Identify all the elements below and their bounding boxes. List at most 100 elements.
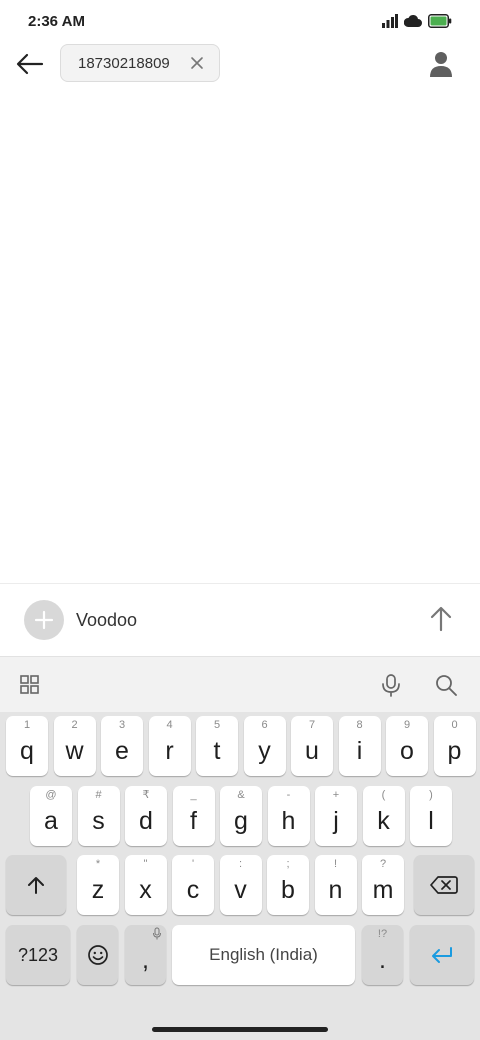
key-hint: +	[332, 789, 340, 801]
emoji-key[interactable]	[77, 925, 118, 985]
key-n[interactable]: ! n	[314, 855, 357, 915]
key-label: k	[377, 807, 390, 835]
key-label: p	[447, 737, 462, 765]
backspace-key[interactable]	[414, 855, 474, 915]
plus-icon	[34, 610, 54, 630]
recipient-number: 18730218809	[78, 54, 170, 72]
signal-icon	[382, 14, 398, 28]
key-e[interactable]: 3e	[101, 716, 143, 776]
status-time: 2:36 AM	[28, 13, 85, 30]
key-label: e	[115, 737, 129, 765]
key-label: y	[258, 737, 271, 765]
enter-icon	[432, 947, 452, 963]
search-icon[interactable]	[433, 672, 459, 698]
period-key[interactable]: !? .	[362, 925, 403, 985]
key-o[interactable]: 9o	[386, 716, 428, 776]
key-label: c	[186, 876, 200, 904]
close-icon[interactable]	[189, 55, 205, 71]
key-g[interactable]: & g	[220, 786, 262, 846]
comma-key-label: ,	[142, 946, 149, 974]
key-q[interactable]: 1q	[6, 716, 48, 776]
key-hint: 6	[261, 719, 268, 731]
key-hint: @	[45, 789, 57, 801]
key-m[interactable]: ? m	[362, 855, 404, 915]
home-indicator[interactable]	[152, 1027, 328, 1032]
key-v[interactable]: :v	[219, 855, 262, 915]
status-bar: 2:36 AM	[0, 0, 480, 44]
send-arrow-up-icon[interactable]	[426, 604, 456, 634]
back-button[interactable]	[14, 48, 46, 80]
key-label: d	[139, 807, 153, 835]
message-input[interactable]: Voodoo	[76, 610, 137, 631]
key-label: o	[400, 737, 414, 765]
key-h[interactable]: -h	[267, 786, 310, 846]
symbols-key-label: ?123	[17, 944, 59, 965]
key-hint: #	[95, 789, 102, 801]
key-i[interactable]: 8i	[338, 716, 381, 776]
symbols-key[interactable]: ?123	[6, 925, 70, 985]
key-b[interactable]: ; b	[267, 855, 309, 915]
key-hint: 9	[403, 719, 411, 731]
key-z[interactable]: * z	[77, 855, 119, 915]
key-hint: 4	[166, 719, 173, 731]
key-hint: 8	[356, 719, 363, 731]
key-label: v	[234, 876, 247, 904]
cloud-icon	[404, 14, 422, 27]
comma-mic-hint-icon	[153, 927, 161, 940]
key-label: w	[65, 737, 84, 765]
key-t[interactable]: 5t	[196, 716, 238, 776]
key-label: a	[44, 807, 58, 835]
space-key-label: English (India)	[209, 945, 318, 964]
space-key[interactable]: English (India)	[172, 925, 355, 985]
key-a[interactable]: @ a	[30, 786, 72, 846]
key-hint: 7	[308, 719, 316, 731]
key-l[interactable]: ) l	[410, 786, 452, 846]
key-label: m	[372, 876, 394, 904]
key-d[interactable]: ₹ d	[125, 786, 167, 846]
key-hint: (	[381, 789, 386, 801]
key-r[interactable]: 4r	[148, 716, 191, 776]
key-label: u	[305, 737, 319, 765]
key-hint: ₹	[142, 789, 150, 801]
key-w[interactable]: 2w	[53, 716, 96, 776]
key-label: g	[234, 807, 248, 835]
key-label: h	[281, 807, 296, 835]
key-hint: '	[191, 858, 195, 870]
key-hint: 5	[213, 719, 221, 731]
contact-person-icon[interactable]	[426, 49, 456, 79]
enter-key[interactable]	[410, 925, 474, 985]
key-hint: !	[333, 858, 338, 870]
shift-key[interactable]	[6, 855, 66, 915]
microphone-icon[interactable]	[378, 672, 404, 698]
recipient-chip[interactable]: 18730218809	[60, 44, 220, 82]
key-label: q	[20, 737, 34, 765]
key-hint: :	[238, 858, 243, 870]
key-hint: 1	[23, 719, 31, 731]
key-j[interactable]: + j	[315, 786, 357, 846]
key-p[interactable]: 0p	[433, 716, 476, 776]
key-hint: &	[237, 789, 245, 801]
key-u[interactable]: 7u	[291, 716, 333, 776]
period-key-label: .	[379, 946, 386, 974]
grid-icon[interactable]	[18, 673, 42, 697]
key-k[interactable]: (k	[362, 786, 405, 846]
key-label: j	[333, 807, 339, 835]
keyboard: 1q2w3e4r5t6y7u8i9o0p @ a # s ₹ d _ f & g - h + j(k) l …	[0, 712, 480, 1020]
conversation-header: 18730218809	[0, 44, 480, 84]
key-label: f	[190, 807, 197, 835]
key-label: r	[165, 737, 174, 765]
status-icons	[382, 14, 452, 28]
key-hint: )	[429, 789, 433, 801]
key-label: l	[428, 807, 434, 835]
key-f[interactable]: _ f	[172, 786, 215, 846]
key-label: i	[356, 737, 363, 765]
key-s[interactable]: # s	[77, 786, 120, 846]
add-attachment-button[interactable]	[24, 600, 64, 640]
comma-key[interactable]: ,	[125, 925, 166, 985]
key-x[interactable]: " x	[124, 855, 167, 915]
shift-arrow-icon	[28, 877, 44, 894]
battery-icon	[428, 14, 452, 28]
compose-bar: Voodoo	[0, 583, 480, 656]
key-c[interactable]: ' c	[172, 855, 214, 915]
key-y[interactable]: 6y	[243, 716, 286, 776]
